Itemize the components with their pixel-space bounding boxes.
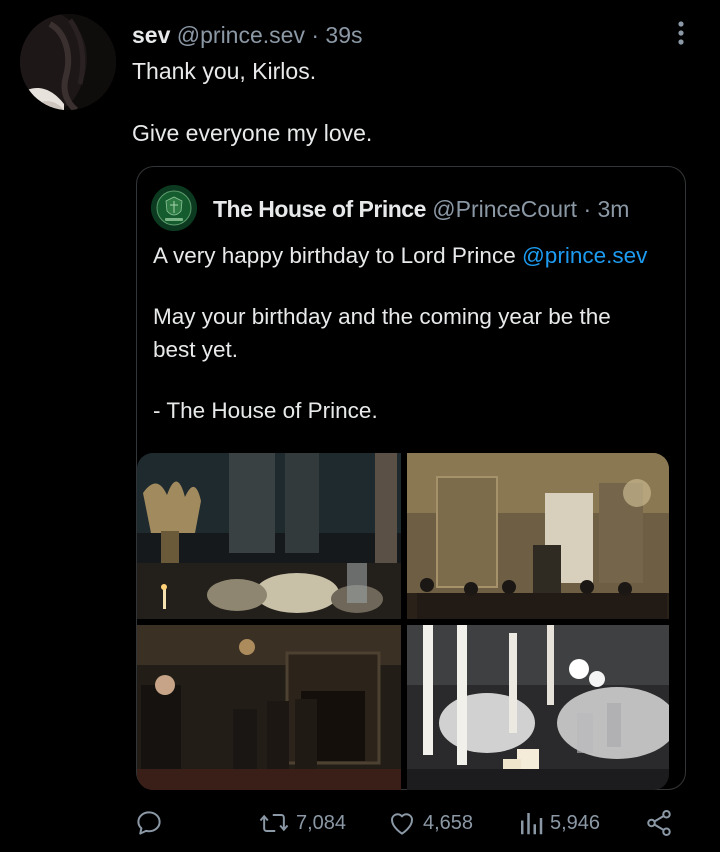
crest-logo bbox=[151, 185, 197, 231]
handle[interactable]: @prince.sev bbox=[177, 22, 305, 48]
retweet-icon bbox=[259, 814, 289, 832]
quoted-text: A very happy birthday to Lord Prince @pr… bbox=[153, 239, 653, 427]
separator-dot: · bbox=[311, 22, 320, 48]
photo-2[interactable] bbox=[407, 453, 669, 619]
tweet-header: sev @prince.sev · 39s bbox=[132, 20, 363, 50]
photo-4[interactable] bbox=[407, 625, 669, 790]
more-button[interactable] bbox=[664, 16, 698, 50]
avatar-image bbox=[20, 14, 116, 110]
retweet-count: 7,084 bbox=[296, 811, 347, 834]
timestamp[interactable]: 39s bbox=[325, 22, 362, 48]
quoted-line-text: A very happy birthday to Lord Prince bbox=[153, 243, 522, 268]
views-button[interactable]: 5,946 bbox=[518, 806, 600, 840]
separator-dot: · bbox=[583, 196, 592, 222]
reply-button[interactable] bbox=[134, 806, 164, 840]
photo-1[interactable] bbox=[137, 453, 401, 619]
photo-3[interactable] bbox=[137, 625, 401, 790]
like-count: 4,658 bbox=[423, 811, 474, 834]
like-button[interactable]: 4,658 bbox=[387, 806, 473, 840]
quoted-tweet[interactable]: The House of Prince @PrinceCourt · 3m A … bbox=[136, 166, 686, 790]
views-count: 5,946 bbox=[550, 811, 601, 834]
retweet-button[interactable]: 7,084 bbox=[258, 806, 346, 840]
quoted-line: - The House of Prince. bbox=[153, 398, 378, 423]
quoted-display-name[interactable]: The House of Prince bbox=[213, 196, 426, 222]
quoted-handle[interactable]: @PrinceCourt bbox=[432, 196, 577, 222]
share-button[interactable] bbox=[644, 806, 674, 840]
tweet-text: Thank you, Kirlos. Give everyone my love… bbox=[132, 56, 692, 148]
mention-link[interactable]: @prince.sev bbox=[522, 243, 647, 268]
media-grid bbox=[137, 453, 669, 790]
more-vertical-icon bbox=[678, 21, 684, 45]
tweet-line: Thank you, Kirlos. bbox=[132, 58, 317, 84]
quoted-line: A very happy birthday to Lord Prince @pr… bbox=[153, 239, 653, 272]
views-icon bbox=[521, 813, 543, 835]
display-name[interactable]: sev bbox=[132, 22, 170, 48]
quoted-line: May your birthday and the coming year be… bbox=[153, 304, 611, 362]
reply-icon bbox=[137, 811, 161, 835]
tweet-line: Give everyone my love. bbox=[132, 120, 373, 146]
action-bar: 7,084 4,658 5,946 bbox=[0, 800, 720, 846]
share-icon bbox=[647, 810, 671, 836]
avatar[interactable] bbox=[20, 14, 116, 110]
heart-icon bbox=[391, 813, 413, 835]
quoted-header: The House of Prince @PrinceCourt · 3m bbox=[213, 195, 629, 223]
quoted-timestamp[interactable]: 3m bbox=[598, 196, 630, 222]
quoted-avatar[interactable] bbox=[151, 185, 197, 231]
